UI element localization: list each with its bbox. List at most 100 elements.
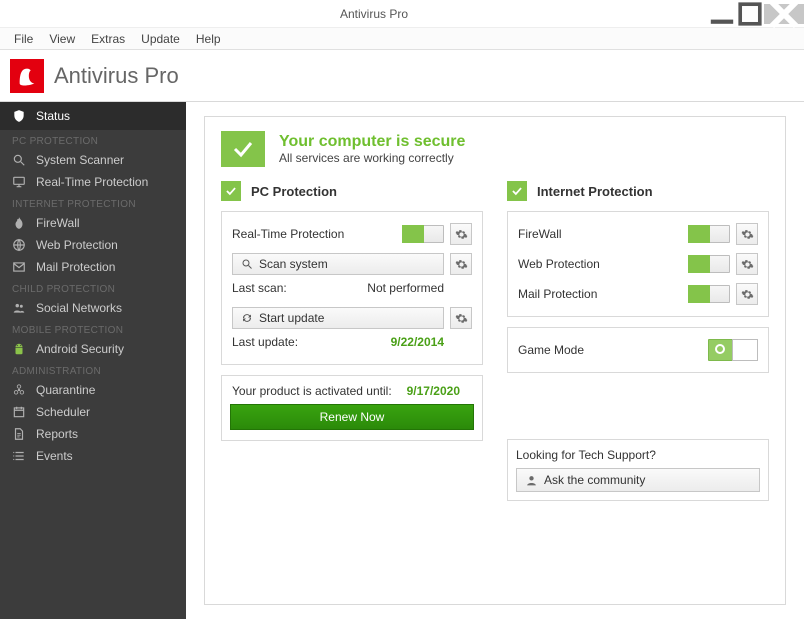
sidebar-label: FireWall xyxy=(36,216,80,230)
mail-protection-settings-button[interactable] xyxy=(736,283,758,305)
sidebar-item-realtime[interactable]: Real-Time Protection xyxy=(0,171,186,193)
license-panel: Your product is activated until: 9/17/20… xyxy=(221,375,483,441)
sidebar-item-reports[interactable]: Reports xyxy=(0,423,186,445)
web-protection-settings-button[interactable] xyxy=(736,253,758,275)
sidebar-section-pc: PC PROTECTION xyxy=(0,130,186,149)
game-mode-panel: Game Mode xyxy=(507,327,769,373)
sidebar-label: Scheduler xyxy=(36,405,90,419)
calendar-icon xyxy=(12,405,26,419)
maximize-button[interactable] xyxy=(736,4,764,24)
sidebar-item-web[interactable]: Web Protection xyxy=(0,234,186,256)
sidebar-label: Social Networks xyxy=(36,301,122,315)
menu-update[interactable]: Update xyxy=(133,30,188,48)
mail-icon xyxy=(12,260,26,274)
scan-settings-button[interactable] xyxy=(450,253,472,275)
realtime-settings-button[interactable] xyxy=(450,223,472,245)
sidebar-item-events[interactable]: Events xyxy=(0,445,186,467)
firewall-label: FireWall xyxy=(518,227,682,241)
pc-protection-header: PC Protection xyxy=(221,181,483,201)
web-protection-label: Web Protection xyxy=(518,257,682,271)
mail-protection-label: Mail Protection xyxy=(518,287,682,301)
window-title: Antivirus Pro xyxy=(40,7,708,21)
last-update-value: 9/22/2014 xyxy=(391,335,444,349)
start-update-button[interactable]: Start update xyxy=(232,307,444,329)
update-settings-button[interactable] xyxy=(450,307,472,329)
ask-community-label: Ask the community xyxy=(544,473,645,487)
sidebar-label: System Scanner xyxy=(36,153,124,167)
sidebar-item-social[interactable]: Social Networks xyxy=(0,297,186,319)
last-scan-value: Not performed xyxy=(367,281,444,295)
last-update-label: Last update: xyxy=(232,335,385,349)
license-label: Your product is activated until: xyxy=(232,384,392,398)
scan-system-label: Scan system xyxy=(259,257,328,271)
web-protection-toggle[interactable] xyxy=(688,255,730,273)
brand-name: Antivirus Pro xyxy=(54,63,179,89)
sidebar-label: Events xyxy=(36,449,73,463)
realtime-label: Real-Time Protection xyxy=(232,227,396,241)
sidebar-item-scanner[interactable]: System Scanner xyxy=(0,149,186,171)
game-mode-toggle[interactable] xyxy=(708,339,758,361)
scan-system-button[interactable]: Scan system xyxy=(232,253,444,275)
shield-icon xyxy=(12,109,26,123)
biohazard-icon xyxy=(12,383,26,397)
realtime-toggle[interactable] xyxy=(402,225,444,243)
firewall-settings-button[interactable] xyxy=(736,223,758,245)
firewall-toggle[interactable] xyxy=(688,225,730,243)
minimize-button[interactable] xyxy=(708,4,736,24)
close-button[interactable] xyxy=(764,4,804,24)
check-icon xyxy=(221,131,265,167)
support-question: Looking for Tech Support? xyxy=(516,448,760,462)
pc-protection-title: PC Protection xyxy=(251,184,337,199)
menu-help[interactable]: Help xyxy=(188,30,229,48)
menu-file[interactable]: File xyxy=(6,30,41,48)
search-icon xyxy=(12,153,26,167)
start-update-label: Start update xyxy=(259,311,324,325)
window-titlebar: Antivirus Pro xyxy=(0,0,804,28)
sidebar-label: Quarantine xyxy=(36,383,95,397)
game-mode-label: Game Mode xyxy=(518,343,702,357)
sidebar-label: Real-Time Protection xyxy=(36,175,148,189)
list-icon xyxy=(12,449,26,463)
globe-icon xyxy=(12,238,26,252)
license-date: 9/17/2020 xyxy=(407,384,472,398)
check-icon xyxy=(507,181,527,201)
sidebar: Status PC PROTECTION System Scanner Real… xyxy=(0,102,186,619)
android-icon xyxy=(12,342,26,356)
internet-protection-title: Internet Protection xyxy=(537,184,653,199)
ask-community-button[interactable]: Ask the community xyxy=(516,468,760,492)
sidebar-section-child: CHILD PROTECTION xyxy=(0,278,186,297)
check-icon xyxy=(221,181,241,201)
sidebar-item-quarantine[interactable]: Quarantine xyxy=(0,379,186,401)
brand-header: Antivirus Pro xyxy=(0,50,804,102)
status-subline: All services are working correctly xyxy=(279,151,465,165)
menu-bar: File View Extras Update Help xyxy=(0,28,804,50)
menu-extras[interactable]: Extras xyxy=(83,30,133,48)
sidebar-section-admin: ADMINISTRATION xyxy=(0,360,186,379)
menu-view[interactable]: View xyxy=(41,30,83,48)
mail-protection-toggle[interactable] xyxy=(688,285,730,303)
document-icon xyxy=(12,427,26,441)
flame-icon xyxy=(12,216,26,230)
sidebar-section-mobile: MOBILE PROTECTION xyxy=(0,319,186,338)
internet-protection-header: Internet Protection xyxy=(507,181,769,201)
search-icon xyxy=(241,258,253,270)
users-icon xyxy=(12,301,26,315)
main-content: Your computer is secure All services are… xyxy=(186,102,804,619)
sidebar-item-android[interactable]: Android Security xyxy=(0,338,186,360)
monitor-icon xyxy=(12,175,26,189)
sidebar-label: Web Protection xyxy=(36,238,118,252)
sidebar-item-scheduler[interactable]: Scheduler xyxy=(0,401,186,423)
status-banner: Your computer is secure All services are… xyxy=(221,131,769,167)
sidebar-label: Mail Protection xyxy=(36,260,115,274)
sidebar-label: Android Security xyxy=(36,342,124,356)
support-panel: Looking for Tech Support? Ask the commun… xyxy=(507,439,769,501)
person-icon xyxy=(525,474,538,487)
internet-protection-panel: FireWall Web Protection Mail Prote xyxy=(507,211,769,317)
sidebar-item-firewall[interactable]: FireWall xyxy=(0,212,186,234)
renew-now-button[interactable]: Renew Now xyxy=(230,404,474,430)
last-scan-label: Last scan: xyxy=(232,281,361,295)
pc-protection-panel: Real-Time Protection Scan system xyxy=(221,211,483,365)
avira-logo-icon xyxy=(10,59,44,93)
sidebar-item-status[interactable]: Status xyxy=(0,102,186,130)
sidebar-item-mail[interactable]: Mail Protection xyxy=(0,256,186,278)
